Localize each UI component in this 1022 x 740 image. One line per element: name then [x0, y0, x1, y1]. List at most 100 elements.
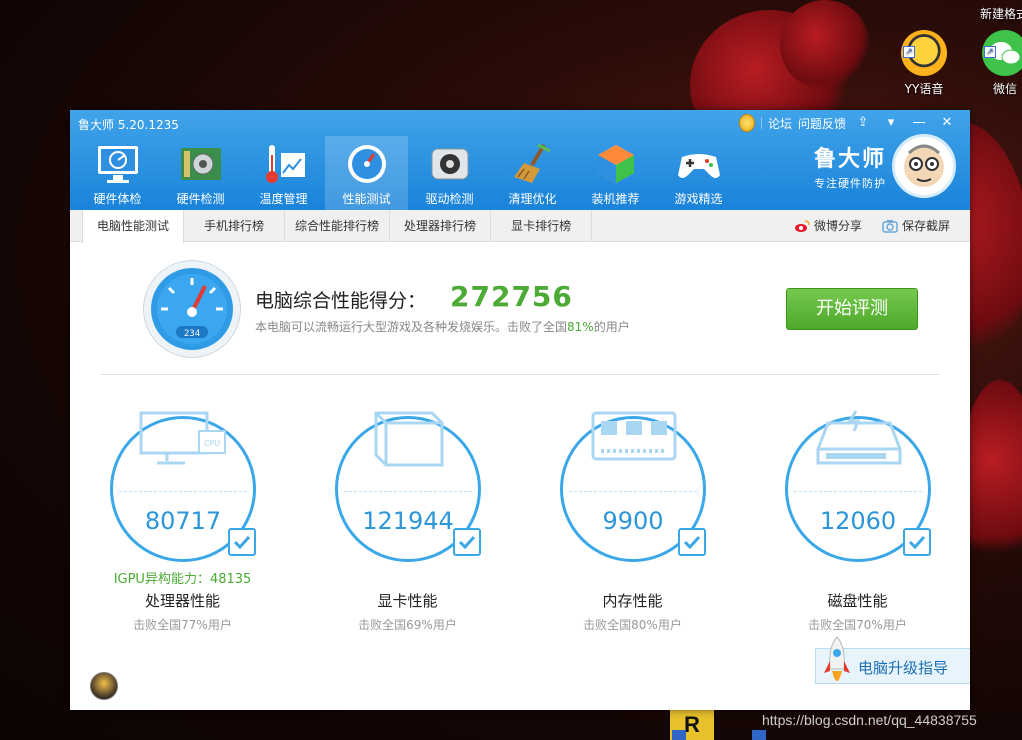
weibo-icon [794, 220, 810, 232]
nav-label: 清理优化 [508, 192, 557, 206]
wechat-icon: ↗ [982, 30, 1022, 76]
subtab-pc-performance[interactable]: 电脑性能测试 [82, 210, 185, 243]
share-actions: 微博分享 保存截屏 [794, 210, 950, 242]
metric-rank: 击败全国70%用户 [808, 618, 907, 632]
medal-icon[interactable] [738, 114, 755, 132]
divider [760, 117, 762, 129]
desktop-icon-yy[interactable]: ↗ YY语音 [894, 30, 954, 97]
desktop-icon-wechat[interactable]: ↗ 微信 [975, 30, 1022, 97]
score-percent: 81% [567, 320, 594, 334]
subtab-cpu-ranking[interactable]: 处理器排行榜 [390, 210, 492, 242]
score-title: 电脑综合性能得分： [255, 290, 427, 312]
title-links: 论坛 问题反馈 ⇪ ▾ — ✕ [738, 114, 958, 132]
score-value: 272756 [450, 280, 573, 313]
nav-item-performance-test[interactable]: 性能测试 [325, 136, 408, 210]
taskbar-tile[interactable] [752, 730, 766, 740]
monitor-icon [95, 142, 141, 186]
main-nav: 硬件体检 硬件检测 温度管理 性能测试 驱动检测 清理优化 装机推荐 游戏精选 [76, 136, 740, 210]
desktop-top-right-label[interactable]: 新建格式 [980, 5, 1022, 22]
camera-icon [882, 220, 898, 233]
taskbar-tile[interactable] [672, 730, 686, 740]
svg-text:CPU: CPU [204, 439, 220, 448]
brand-area: 鲁大师 专注硬件防护 [814, 134, 956, 198]
score-gauge-icon: 234 [143, 260, 241, 358]
subtab-phone-ranking[interactable]: 手机排行榜 [184, 210, 286, 242]
upgrade-guide-label: 电脑升级指导 [858, 659, 949, 677]
memory-chip-icon [591, 411, 677, 461]
metric-rank: 击败全国69%用户 [358, 618, 457, 632]
menu-icon[interactable]: ▾ [880, 114, 902, 132]
weibo-share-label: 微博分享 [813, 219, 862, 233]
nav-item-games[interactable]: 游戏精选 [657, 136, 740, 210]
metric-name: 显卡性能 [377, 592, 438, 610]
nav-item-cleanup[interactable]: 清理优化 [491, 136, 574, 210]
metric-disk[interactable]: 12060 磁盘性能 击败全国70%用户 [745, 408, 970, 648]
thermometer-icon [261, 142, 307, 186]
check-icon [903, 528, 931, 556]
metric-cpu[interactable]: CPU 80717 IGPU异构能力：48135 处理器性能 击败全国77%用户 [70, 408, 295, 648]
gamepad-icon [676, 142, 722, 186]
brand-name: 鲁大师 [813, 147, 886, 172]
close-button[interactable]: ✕ [936, 114, 958, 132]
feedback-link[interactable]: 问题反馈 [798, 115, 846, 132]
sub-tab-bar: 电脑性能测试 手机排行榜 综合性能排行榜 处理器排行榜 显卡排行榜 微博分享 保… [70, 210, 970, 243]
gear-box-icon [427, 142, 473, 186]
rocket-icon [824, 636, 850, 681]
desktop-icon-label: 微信 [992, 82, 1017, 96]
cube-icon [593, 142, 639, 186]
nav-label: 游戏精选 [674, 192, 723, 206]
cpu-monitor-icon: CPU [139, 411, 226, 465]
graphics-box-icon [374, 411, 444, 467]
app-title: 鲁大师 5.20.1235 [78, 118, 179, 132]
nav-label: 性能测试 [342, 192, 391, 206]
nav-label: 温度管理 [259, 192, 308, 206]
score-panel: 234 电脑综合性能得分： 272756 本电脑可以流畅运行大型游戏及各种发烧娱… [100, 242, 940, 375]
nav-item-driver-detect[interactable]: 驱动检测 [408, 136, 491, 210]
check-icon [678, 528, 706, 556]
upgrade-guide-button[interactable]: 电脑升级指导 [815, 636, 970, 684]
metric-rank: 击败全国77%用户 [133, 618, 232, 632]
skin-icon[interactable]: ⇪ [852, 114, 874, 132]
nav-label: 装机推荐 [591, 192, 640, 206]
start-benchmark-button[interactable]: 开始评测 [786, 288, 918, 330]
weibo-share-button[interactable]: 微博分享 [794, 210, 862, 242]
shortcut-arrow-icon: ↗ [903, 46, 915, 58]
shortcut-arrow-icon: ↗ [984, 46, 996, 58]
forum-link[interactable]: 论坛 [768, 115, 792, 132]
desktop-icon-label: YY语音 [904, 82, 944, 96]
metric-memory[interactable]: 9900 内存性能 击败全国80%用户 [520, 408, 745, 648]
yy-voice-icon: ↗ [901, 30, 947, 76]
brand-slogan: 专注硬件防护 [814, 177, 886, 190]
check-icon [228, 528, 256, 556]
save-screenshot-button[interactable]: 保存截屏 [882, 210, 950, 242]
nav-label: 硬件体检 [93, 192, 142, 206]
metrics-row: CPU 80717 IGPU异构能力：48135 处理器性能 击败全国77%用户… [70, 408, 970, 648]
speedometer-icon [344, 142, 390, 186]
watermark-url: https://blog.csdn.net/qq_44838755 [762, 712, 977, 728]
metric-name: 处理器性能 [144, 592, 220, 610]
nav-item-temperature[interactable]: 温度管理 [242, 136, 325, 210]
board-icon [178, 142, 224, 186]
gauge-reading: 234 [184, 329, 200, 339]
minimize-button[interactable]: — [908, 114, 930, 132]
subtab-gpu-ranking[interactable]: 显卡排行榜 [491, 210, 593, 242]
igpu-score: IGPU异构能力：48135 [113, 572, 252, 587]
metric-name: 磁盘性能 [827, 592, 888, 610]
community-logo-icon[interactable] [90, 672, 118, 700]
metric-gpu[interactable]: 121944 显卡性能 击败全国69%用户 [295, 408, 520, 648]
save-screenshot-label: 保存截屏 [901, 219, 950, 233]
ludashi-window: 鲁大师 5.20.1235 论坛 问题反馈 ⇪ ▾ — ✕ 硬件体检 硬件检测 [70, 110, 970, 710]
title-bar: 鲁大师 5.20.1235 论坛 问题反馈 ⇪ ▾ — ✕ 硬件体检 硬件检测 [70, 110, 970, 210]
subtab-overall-ranking[interactable]: 综合性能排行榜 [285, 210, 391, 242]
nav-label: 硬件检测 [176, 192, 225, 206]
nav-item-hardware-checkup[interactable]: 硬件体检 [76, 136, 159, 210]
disk-drive-icon [816, 410, 902, 465]
nav-label: 驱动检测 [425, 192, 474, 206]
nav-item-build-recommend[interactable]: 装机推荐 [574, 136, 657, 210]
score-description: 本电脑可以流畅运行大型游戏及各种发烧娱乐。击败了全国81%的用户 [255, 320, 630, 334]
metric-rank: 击败全国80%用户 [583, 618, 682, 632]
mascot-avatar[interactable] [892, 134, 956, 198]
metric-name: 内存性能 [602, 592, 663, 610]
nav-item-hardware-detect[interactable]: 硬件检测 [159, 136, 242, 210]
check-icon [453, 528, 481, 556]
